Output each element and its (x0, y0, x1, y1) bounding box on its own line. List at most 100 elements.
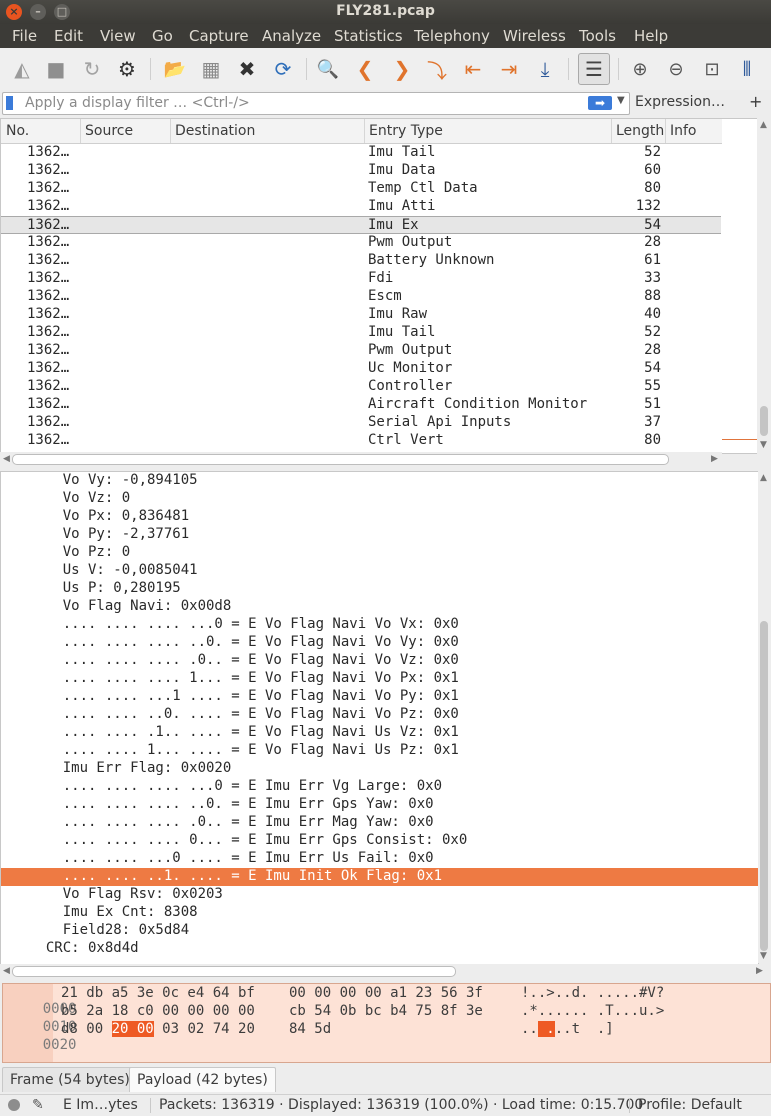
menu-capture[interactable]: Capture (189, 27, 249, 45)
gear-options-icon[interactable]: ⚙ (113, 55, 141, 83)
menu-wireless[interactable]: Wireless (503, 27, 566, 45)
save-file-icon[interactable]: ▦ (197, 55, 225, 83)
column-divider[interactable] (611, 119, 612, 143)
bytes-ascii[interactable]: .*...... .T...u.> (521, 1003, 664, 1019)
detail-line[interactable]: .... .... .1.. .... = E Vo Flag Navi Us … (1, 724, 758, 742)
packet-row[interactable]: 1362… Serial Api Inputs 37 (1, 414, 721, 432)
tab-frame[interactable]: Frame (54 bytes) (2, 1067, 138, 1092)
column-divider[interactable] (80, 119, 81, 143)
detail-line[interactable]: .... .... ...0 .... = E Imu Err Us Fail:… (1, 850, 758, 868)
detail-line[interactable]: Vo Vz: 0 (1, 490, 758, 508)
bytes-hex-a[interactable]: 21 db a5 3e 0c e4 64 bf (61, 985, 255, 1001)
packet-row[interactable]: 1362… Temp Ctl Data 80 (1, 180, 721, 198)
detail-line[interactable]: .... .... 1... .... = E Vo Flag Navi Us … (1, 742, 758, 760)
detail-line[interactable]: Us P: 0,280195 (1, 580, 758, 598)
scroll-down-icon[interactable]: ▼ (760, 440, 767, 450)
packet-row[interactable]: 1362… Imu Tail 52 (1, 324, 721, 342)
detail-line[interactable]: .... .... ..0. .... = E Vo Flag Navi Vo … (1, 706, 758, 724)
detail-line[interactable]: CRC: 0x8d4d (1, 940, 758, 958)
packet-row[interactable]: 1362… Pwm Output 28 (1, 234, 721, 252)
detail-line[interactable]: Vo Vy: -0,894105 (1, 472, 758, 490)
bytes-ascii[interactable]: .. ...t .] (521, 1021, 614, 1037)
detail-line[interactable]: .... .... .... .0.. = E Imu Err Mag Yaw:… (1, 814, 758, 832)
menu-go[interactable]: Go (152, 27, 173, 45)
scroll-right-icon[interactable]: ▶ (756, 966, 763, 976)
bytes-hex-a[interactable]: b5 2a 18 c0 00 00 00 00 (61, 1003, 255, 1019)
last-packet-icon[interactable]: ⇥ (495, 55, 523, 83)
packet-row[interactable]: 1362… Uc Monitor 54 (1, 360, 721, 378)
detail-line[interactable]: Imu Err Flag: 0x0020 (1, 760, 758, 778)
scroll-down-icon[interactable]: ▼ (760, 951, 767, 961)
menu-tools[interactable]: Tools (579, 27, 616, 45)
bytes-hex-b[interactable]: cb 54 0b bc b4 75 8f 3e (289, 1003, 483, 1019)
bytes-ascii[interactable]: !..>..d. .....#V? (521, 985, 664, 1001)
scroll-left-icon[interactable]: ◀ (3, 454, 10, 464)
restart-icon[interactable]: ↻ (78, 55, 106, 83)
expression-button[interactable]: Expression… (635, 94, 725, 110)
column-no[interactable]: No. (6, 123, 29, 139)
detail-line[interactable]: .... .... .... 0... = E Imu Err Gps Cons… (1, 832, 758, 850)
detail-line[interactable]: Vo Py: -2,37761 (1, 526, 758, 544)
column-divider[interactable] (364, 119, 365, 143)
menu-file[interactable]: File (12, 27, 37, 45)
open-file-icon[interactable]: 📂 (161, 55, 189, 83)
resize-columns-icon[interactable]: ⫴ (733, 55, 761, 83)
detail-line[interactable]: .... .... .... ...0 = E Imu Err Vg Large… (1, 778, 758, 796)
column-destination[interactable]: Destination (175, 123, 255, 139)
menu-view[interactable]: View (100, 27, 136, 45)
packet-row[interactable]: 1362… Battery Unknown 61 (1, 252, 721, 270)
colorize-icon[interactable]: ☰ (578, 53, 610, 85)
back-icon[interactable]: ❮ (351, 55, 379, 83)
packet-row[interactable]: 1362… Fdi 33 (1, 270, 721, 288)
forward-icon[interactable]: ❯ (388, 55, 416, 83)
column-length[interactable]: Length (616, 123, 664, 139)
scroll-up-icon[interactable]: ▲ (760, 473, 767, 483)
status-profile[interactable]: Profile: Default (638, 1097, 742, 1113)
scroll-thumb[interactable] (760, 406, 768, 436)
bytes-hex-b[interactable]: 84 5d (289, 1021, 331, 1037)
zoom-out-icon[interactable]: ⊖ (662, 55, 690, 83)
bytes-hex-a[interactable]: d8 00 20 00 03 02 74 20 (61, 1021, 255, 1037)
column-divider[interactable] (665, 119, 666, 143)
detail-line[interactable]: Imu Ex Cnt: 8308 (1, 904, 758, 922)
packet-details[interactable]: Vo Vy: -0,894105 Vo Vz: 0 Vo Px: 0,83648… (0, 471, 759, 965)
first-packet-icon[interactable]: ⇤ (459, 55, 487, 83)
packet-row[interactable]: 1362… Imu Atti 132 (1, 198, 721, 216)
detail-line[interactable]: Vo Flag Rsv: 0x0203 (1, 886, 758, 904)
scroll-left-icon[interactable]: ◀ (3, 966, 10, 976)
scroll-up-icon[interactable]: ▲ (760, 120, 767, 130)
detail-line[interactable]: Us V: -0,0085041 (1, 562, 758, 580)
detail-line[interactable]: .... .... .... .0.. = E Vo Flag Navi Vo … (1, 652, 758, 670)
detail-line[interactable]: .... .... .... ..0. = E Vo Flag Navi Vo … (1, 634, 758, 652)
menu-edit[interactable]: Edit (54, 27, 83, 45)
menu-help[interactable]: Help (634, 27, 668, 45)
add-filter-button[interactable]: + (749, 92, 762, 111)
menu-analyze[interactable]: Analyze (262, 27, 321, 45)
hscroll-thumb[interactable] (12, 966, 456, 977)
menu-statistics[interactable]: Statistics (334, 27, 403, 45)
packet-row[interactable]: 1362… Imu Data 60 (1, 162, 721, 180)
packet-list-scrollbar[interactable]: ▲ ▼ (758, 118, 770, 452)
display-filter-input[interactable]: Apply a display filter … <Ctrl-/> ➡ ▼ (2, 92, 630, 115)
find-icon[interactable]: 🔍 (314, 55, 342, 83)
detail-line[interactable]: Vo Px: 0,836481 (1, 508, 758, 526)
details-hscrollbar[interactable]: ◀ ▶ (0, 964, 771, 977)
scroll-right-icon[interactable]: ▶ (711, 454, 718, 464)
detail-line[interactable]: .... .... ...1 .... = E Vo Flag Navi Vo … (1, 688, 758, 706)
expert-info-icon[interactable] (8, 1099, 20, 1111)
close-file-icon[interactable]: ✖ (233, 55, 261, 83)
details-scrollbar[interactable]: ▲ ▼ (758, 471, 770, 963)
column-entry-type[interactable]: Entry Type (369, 123, 443, 139)
menu-telephony[interactable]: Telephony (414, 27, 490, 45)
packet-list-hscrollbar[interactable]: ◀ ▶ (0, 452, 722, 465)
packet-row[interactable]: 1362… Imu Ex 54 (1, 216, 721, 234)
packet-row[interactable]: 1362… Aircraft Condition Monitor 51 (1, 396, 721, 414)
bytes-hex-b[interactable]: 00 00 00 00 a1 23 56 3f (289, 985, 483, 1001)
scroll-thumb[interactable] (760, 621, 768, 951)
packet-row[interactable]: 1362… Escm 88 (1, 288, 721, 306)
packet-row[interactable]: 1362… Imu Tail 52 (1, 144, 721, 162)
detail-line[interactable]: Vo Pz: 0 (1, 544, 758, 562)
packet-bytes[interactable]: 0000 21 db a5 3e 0c e4 64 bf 00 00 00 00… (2, 983, 771, 1063)
stop-icon[interactable]: ■ (42, 55, 70, 83)
tab-payload[interactable]: Payload (42 bytes) (129, 1067, 276, 1092)
